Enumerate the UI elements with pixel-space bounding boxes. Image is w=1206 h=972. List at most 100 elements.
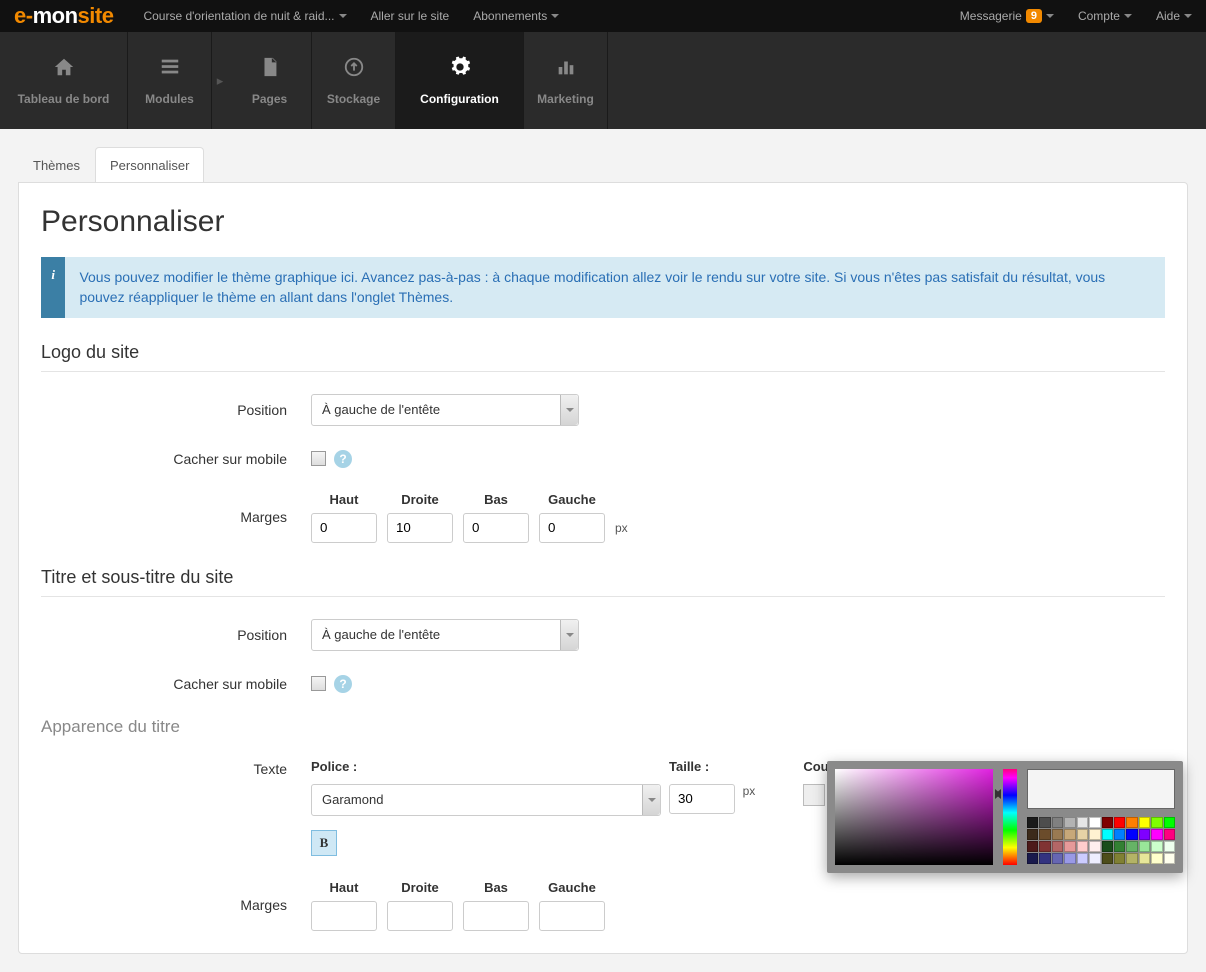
- title-position-value: À gauche de l'entête: [322, 627, 440, 642]
- color-swatch[interactable]: [1039, 853, 1050, 864]
- color-swatch[interactable]: [1077, 817, 1088, 828]
- color-swatch[interactable]: [1126, 841, 1137, 852]
- logo-margin-top-input[interactable]: [311, 513, 377, 543]
- title-font-select[interactable]: Garamond: [311, 784, 661, 816]
- color-swatch[interactable]: [1151, 817, 1162, 828]
- color-swatch[interactable]: [1102, 829, 1113, 840]
- help-icon[interactable]: ?: [334, 450, 352, 468]
- color-swatch[interactable]: [1102, 841, 1113, 852]
- color-swatch[interactable]: [1039, 829, 1050, 840]
- color-swatch[interactable]: [1139, 853, 1150, 864]
- color-swatch[interactable]: [1052, 853, 1063, 864]
- color-swatch[interactable]: [1064, 829, 1075, 840]
- color-swatch[interactable]: [1027, 841, 1038, 852]
- account-dropdown[interactable]: Compte: [1078, 9, 1132, 23]
- title-color-swatch[interactable]: [803, 784, 825, 806]
- messaging-dropdown[interactable]: Messagerie 9: [960, 9, 1054, 23]
- hue-slider[interactable]: [1003, 769, 1017, 865]
- color-swatch[interactable]: [1164, 817, 1175, 828]
- color-picker-popup[interactable]: [827, 761, 1183, 873]
- nav-pages[interactable]: Pages: [228, 32, 312, 129]
- color-swatch[interactable]: [1114, 829, 1125, 840]
- color-swatch[interactable]: [1151, 853, 1162, 864]
- page-title: Personnaliser: [41, 205, 1165, 239]
- title-margin-bottom-input[interactable]: [463, 901, 529, 931]
- logo-margin-left-input[interactable]: [539, 513, 605, 543]
- logo-hide-mobile-checkbox[interactable]: [311, 451, 326, 466]
- title-size-input[interactable]: [669, 784, 735, 814]
- bold-button[interactable]: B: [311, 830, 337, 856]
- caret-down-icon: [1124, 14, 1132, 18]
- margin-header-bottom: Bas: [463, 880, 529, 895]
- nav-configuration[interactable]: Configuration: [396, 32, 524, 129]
- color-swatch[interactable]: [1114, 841, 1125, 852]
- color-swatch[interactable]: [1126, 829, 1137, 840]
- color-swatch[interactable]: [1077, 829, 1088, 840]
- color-swatch[interactable]: [1039, 841, 1050, 852]
- color-swatch[interactable]: [1114, 817, 1125, 828]
- size-unit: px: [743, 784, 756, 798]
- color-swatch[interactable]: [1077, 841, 1088, 852]
- title-position-select[interactable]: À gauche de l'entête: [311, 619, 579, 651]
- title-margin-right-input[interactable]: [387, 901, 453, 931]
- color-swatch[interactable]: [1164, 853, 1175, 864]
- color-swatch[interactable]: [1151, 841, 1162, 852]
- color-swatch[interactable]: [1126, 817, 1137, 828]
- file-icon: [259, 56, 281, 78]
- color-swatch[interactable]: [1102, 853, 1113, 864]
- site-selector-dropdown[interactable]: Course d'orientation de nuit & raid...: [143, 9, 346, 23]
- margin-header-left: Gauche: [539, 880, 605, 895]
- color-swatch[interactable]: [1089, 829, 1100, 840]
- color-swatch[interactable]: [1089, 817, 1100, 828]
- color-swatch[interactable]: [1139, 817, 1150, 828]
- title-margin-left-input[interactable]: [539, 901, 605, 931]
- color-swatch[interactable]: [1126, 853, 1137, 864]
- logo-margin-bottom-input[interactable]: [463, 513, 529, 543]
- title-font-value: Garamond: [322, 792, 383, 807]
- color-swatch[interactable]: [1027, 817, 1038, 828]
- color-swatch[interactable]: [1064, 817, 1075, 828]
- nav-marketing[interactable]: Marketing: [524, 32, 608, 129]
- logo-position-select[interactable]: À gauche de l'entête: [311, 394, 579, 426]
- nav-dashboard[interactable]: Tableau de bord: [0, 32, 128, 129]
- subscriptions-label: Abonnements: [473, 9, 547, 23]
- color-swatch[interactable]: [1039, 817, 1050, 828]
- nav-modules[interactable]: Modules: [128, 32, 212, 129]
- color-gradient[interactable]: [835, 769, 993, 865]
- tab-customize[interactable]: Personnaliser: [95, 147, 205, 183]
- color-swatch[interactable]: [1139, 829, 1150, 840]
- info-text: Vous pouvez modifier le thème graphique …: [65, 257, 1165, 318]
- color-swatch[interactable]: [1114, 853, 1125, 864]
- nav-storage[interactable]: Stockage: [312, 32, 396, 129]
- color-swatch[interactable]: [1052, 817, 1063, 828]
- color-swatch[interactable]: [1064, 853, 1075, 864]
- title-hide-mobile-checkbox[interactable]: [311, 676, 326, 691]
- help-icon[interactable]: ?: [334, 675, 352, 693]
- title-margin-top-input[interactable]: [311, 901, 377, 931]
- subscriptions-dropdown[interactable]: Abonnements: [473, 9, 559, 23]
- home-icon: [53, 56, 75, 78]
- color-swatch[interactable]: [1052, 829, 1063, 840]
- color-swatch[interactable]: [1164, 829, 1175, 840]
- help-dropdown[interactable]: Aide: [1156, 9, 1192, 23]
- color-swatch[interactable]: [1151, 829, 1162, 840]
- color-swatch[interactable]: [1139, 841, 1150, 852]
- logo[interactable]: e-monsite: [14, 3, 113, 29]
- color-swatch[interactable]: [1089, 853, 1100, 864]
- tab-themes[interactable]: Thèmes: [18, 147, 95, 183]
- color-swatch[interactable]: [1102, 817, 1113, 828]
- color-swatch[interactable]: [1164, 841, 1175, 852]
- nav-label: Tableau de bord: [18, 92, 110, 106]
- nav-label: Pages: [252, 92, 287, 106]
- margin-header-right: Droite: [387, 880, 453, 895]
- color-swatch[interactable]: [1089, 841, 1100, 852]
- color-swatch[interactable]: [1064, 841, 1075, 852]
- dropdown-arrow-icon: [560, 395, 578, 425]
- color-swatch[interactable]: [1027, 853, 1038, 864]
- hue-handle-icon[interactable]: [995, 789, 1001, 799]
- color-swatch[interactable]: [1052, 841, 1063, 852]
- color-swatch[interactable]: [1077, 853, 1088, 864]
- go-to-site-link[interactable]: Aller sur le site: [371, 9, 450, 23]
- logo-margin-right-input[interactable]: [387, 513, 453, 543]
- color-swatch[interactable]: [1027, 829, 1038, 840]
